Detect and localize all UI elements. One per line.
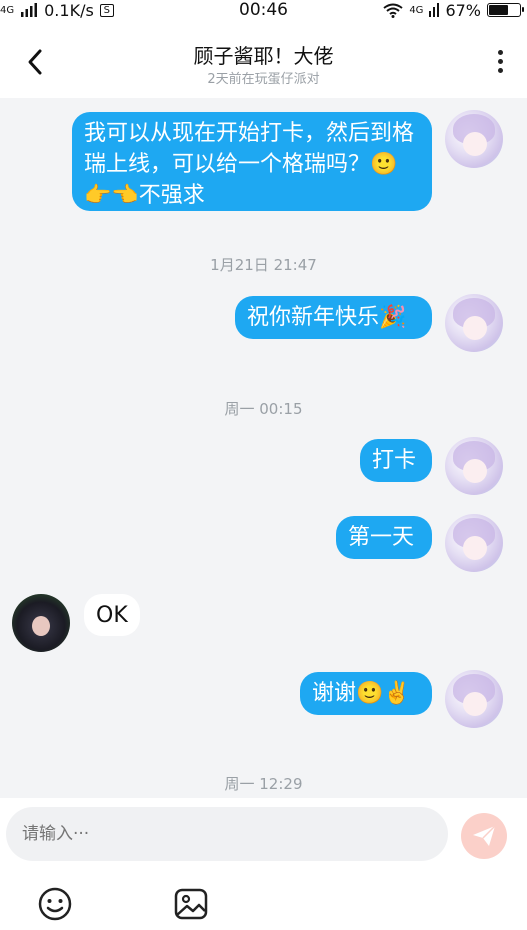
timestamp: 周一 12:29: [224, 775, 303, 793]
message-bubble-self[interactable]: 我可以从现在开始打卡，然后到格瑞上线，可以给一个格瑞吗？🙂👉👈不强求: [72, 112, 432, 211]
send-icon: [473, 825, 496, 846]
timestamp: 1月21日 21:47: [210, 256, 317, 274]
battery-icon: [487, 3, 524, 17]
self-avatar[interactable]: [445, 514, 503, 572]
emoji-button[interactable]: [37, 886, 73, 922]
status-bar: 4G 0.1K/s S 00:46 4G 67%: [0, 0, 527, 22]
message-bubble-other[interactable]: OK: [84, 594, 140, 636]
page-title: 顾子酱耶！大佬: [193, 44, 334, 68]
image-icon: [174, 888, 208, 920]
input-bar: [0, 798, 527, 930]
send-button[interactable]: [461, 813, 507, 859]
message-bubble-self[interactable]: 谢谢🙂✌️: [300, 672, 432, 715]
message-input[interactable]: [6, 807, 448, 861]
chat-header: 顾子酱耶！大佬 2天前在玩蛋仔派对: [0, 22, 527, 98]
network-type-right: 4G: [409, 4, 424, 16]
self-avatar[interactable]: [445, 437, 503, 495]
signal-icon-right: [429, 3, 440, 17]
timestamp: 周一 00:15: [224, 400, 303, 418]
wifi-icon: [383, 3, 403, 18]
battery-percent: 67%: [445, 0, 481, 20]
message-bubble-self[interactable]: 打卡: [360, 439, 432, 482]
message-bubble-self[interactable]: 祝你新年快乐🎉: [235, 296, 432, 339]
battery-fill: [489, 5, 508, 15]
page-subtitle: 2天前在玩蛋仔派对: [207, 72, 320, 87]
self-avatar[interactable]: [445, 294, 503, 352]
message-bubble-self[interactable]: 第一天: [336, 516, 432, 559]
more-button[interactable]: [491, 46, 509, 80]
image-button[interactable]: [173, 886, 209, 922]
self-avatar[interactable]: [445, 110, 503, 168]
self-avatar[interactable]: [445, 670, 503, 728]
emoji-icon: [38, 887, 72, 921]
more-vertical-icon: [497, 50, 503, 55]
contact-avatar[interactable]: [12, 594, 70, 652]
status-right: 4G 67%: [383, 0, 524, 20]
message-list[interactable]: 我可以从现在开始打卡，然后到格瑞上线，可以给一个格瑞吗？🙂👉👈不强求 1月21日…: [0, 98, 527, 798]
